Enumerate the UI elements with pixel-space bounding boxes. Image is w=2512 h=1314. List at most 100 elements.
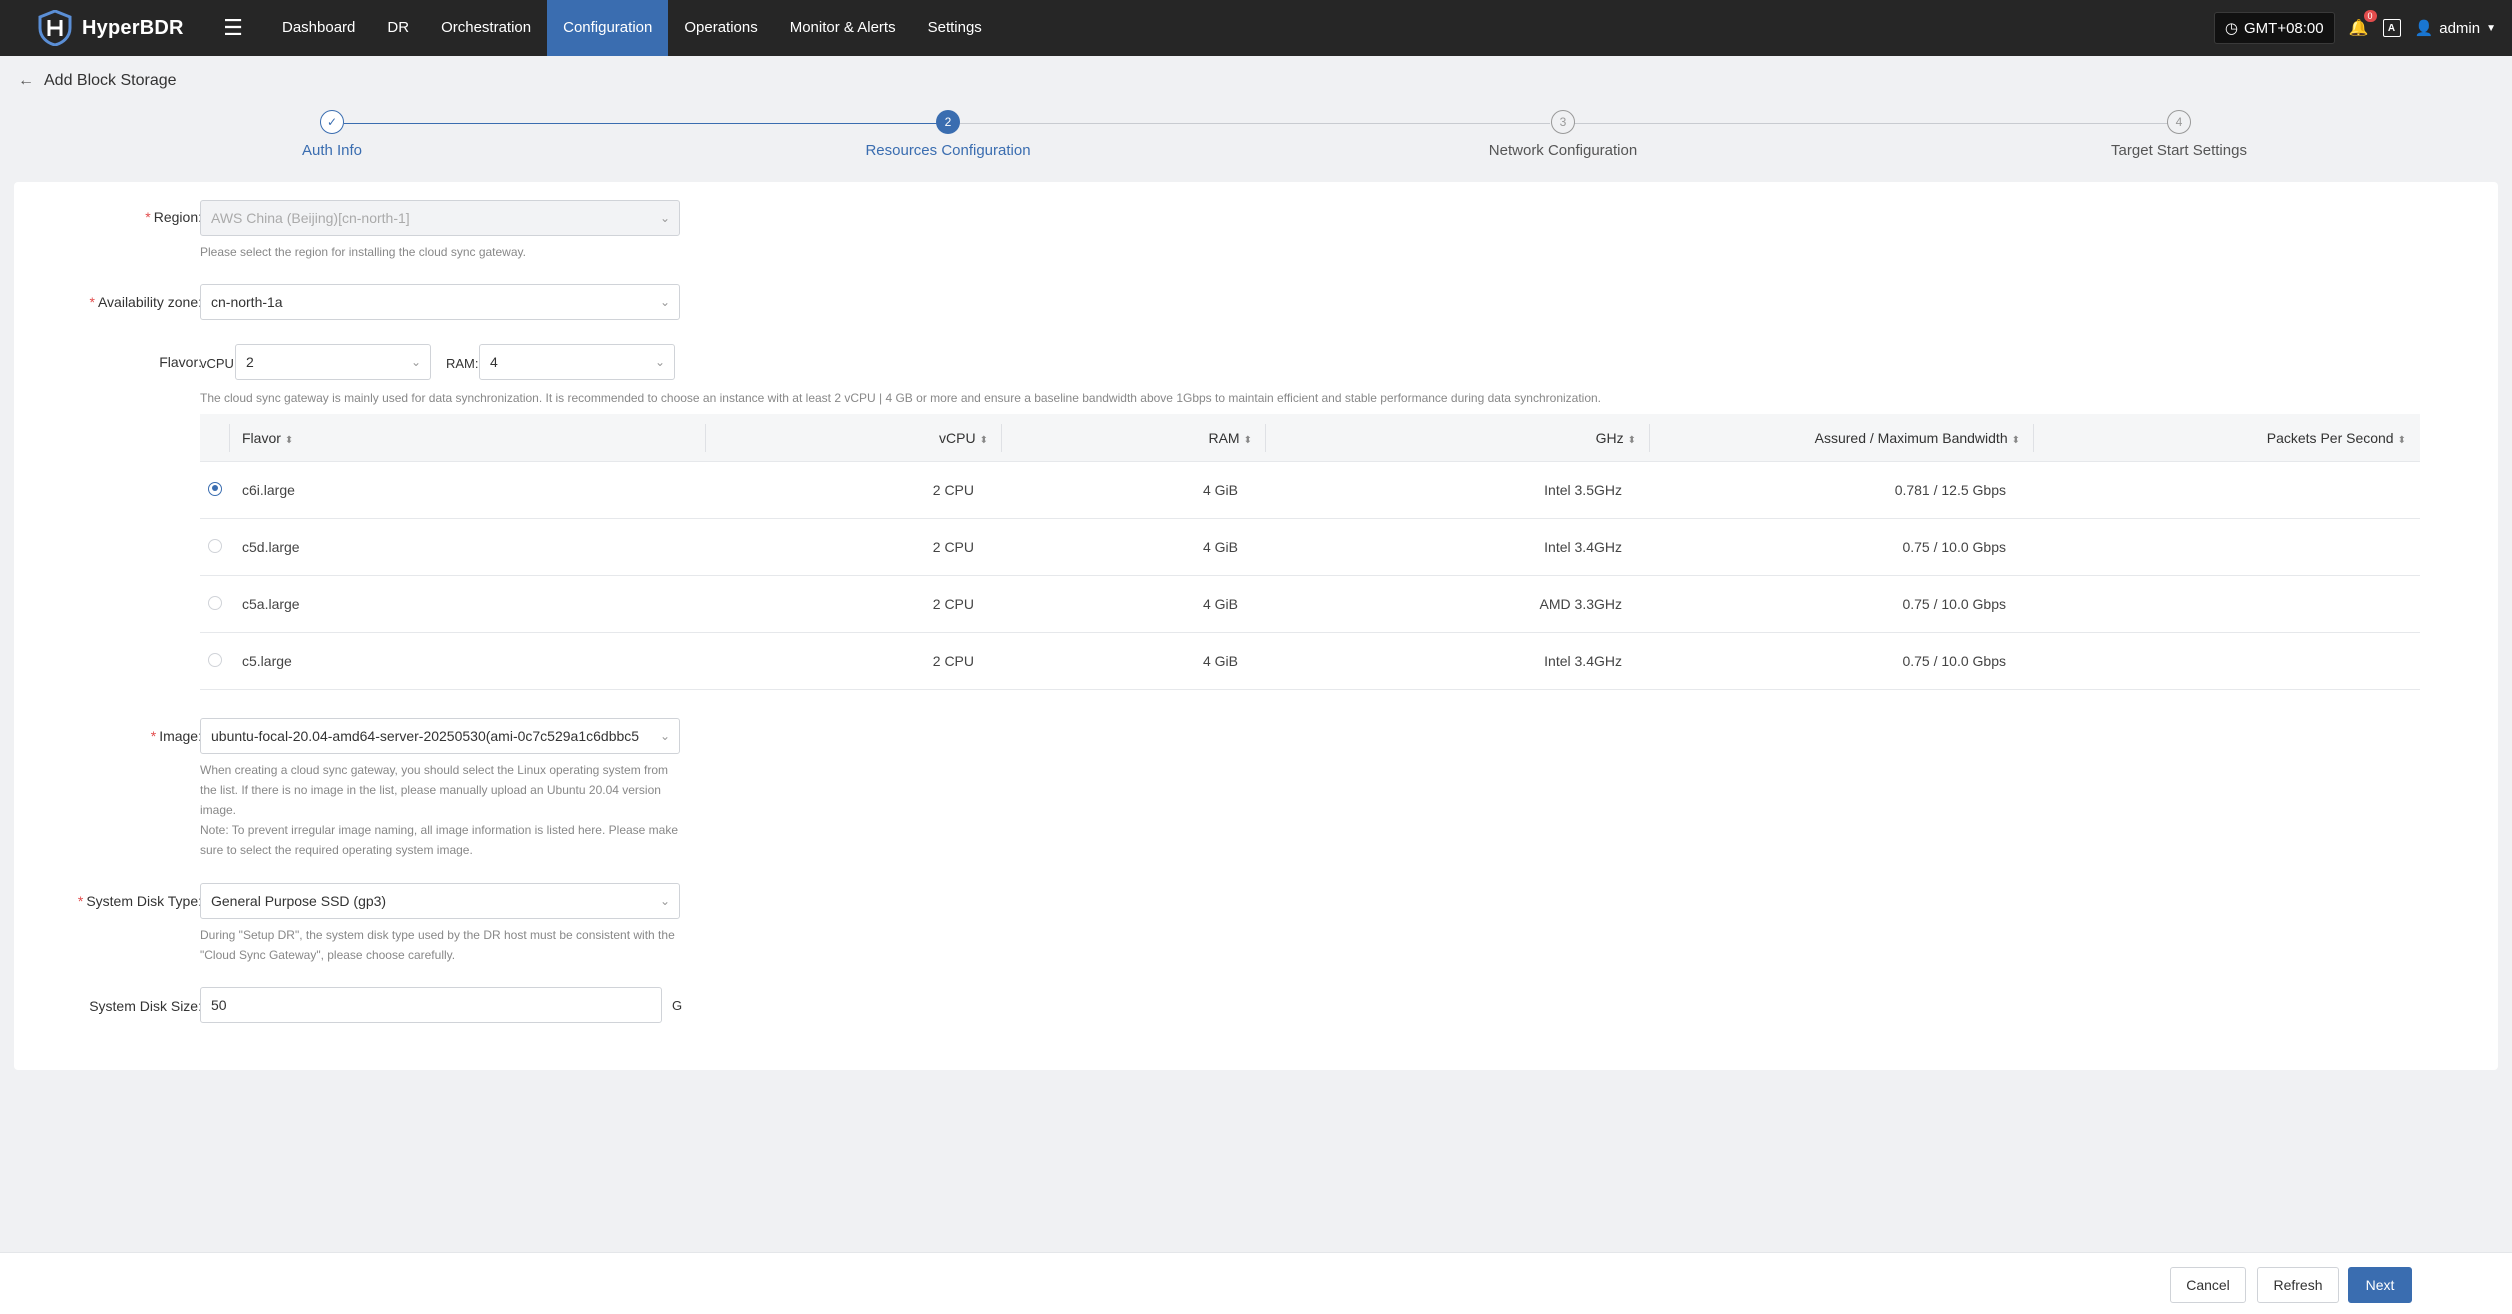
cell-flavor: c5d.large xyxy=(242,539,300,555)
flavor-radio[interactable] xyxy=(208,538,222,553)
hyperbdr-logo-icon xyxy=(38,10,72,46)
chevron-down-icon: ⌄ xyxy=(659,211,670,225)
header-flavor[interactable]: Flavor ⬍ xyxy=(230,414,706,462)
chevron-down-icon: ⌄ xyxy=(659,894,670,908)
header-packets-per-second[interactable]: Packets Per Second ⬍ xyxy=(2034,414,2420,462)
user-menu[interactable]: 👤 admin ▼ xyxy=(2415,19,2496,38)
header-select-column xyxy=(200,414,230,462)
header-ram[interactable]: RAM ⬍ xyxy=(1002,414,1266,462)
cell-flavor: c5a.large xyxy=(242,596,300,612)
region-select: AWS China (Beijing)[cn-north-1] ⌄ xyxy=(200,200,680,236)
nav-orchestration[interactable]: Orchestration xyxy=(425,0,547,56)
step-label: Network Configuration xyxy=(1488,142,1638,159)
cell-vcpu: 2 CPU xyxy=(932,596,974,612)
timezone-button[interactable]: ◷ GMT+08:00 xyxy=(2213,12,2335,44)
cell-vcpu: 2 CPU xyxy=(932,653,974,669)
cell-flavor: c6i.large xyxy=(242,482,295,498)
sort-icon: ⬍ xyxy=(1627,434,1636,446)
cell-flavor: c5.large xyxy=(242,653,292,669)
image-label: * Image: xyxy=(150,728,202,744)
cell-ghz: Intel 3.4GHz xyxy=(1544,653,1622,669)
step-network-configuration: 3 Network Configuration xyxy=(1433,110,1693,159)
flavor-table: Flavor ⬍ vCPU ⬍ RAM ⬍ GHz ⬍ Assured / Maximu… xyxy=(200,414,2420,690)
page-header: ← Add Block Storage xyxy=(18,72,177,90)
step-check-icon: ✓ xyxy=(320,110,344,134)
nav-configuration[interactable]: Configuration xyxy=(547,0,669,56)
cell-ghz: AMD 3.3GHz xyxy=(1539,596,1622,612)
back-arrow-icon[interactable]: ← xyxy=(18,72,34,90)
flavor-radio[interactable] xyxy=(208,652,222,667)
sort-icon: ⬍ xyxy=(2397,434,2406,446)
top-navbar: HyperBDR ☰ Dashboard DR Orchestration Co… xyxy=(0,0,2512,56)
table-header: Flavor ⬍ vCPU ⬍ RAM ⬍ GHz ⬍ Assured / Maximu… xyxy=(200,414,2420,462)
step-number: 2 xyxy=(936,110,960,134)
menu-toggle-icon[interactable]: ☰ xyxy=(208,15,258,41)
step-label: Resources Configuration xyxy=(865,142,1031,159)
table-row[interactable]: c6i.large 2 CPU 4 GiB Intel 3.5GHz 0.781… xyxy=(200,462,2420,519)
step-label: Target Start Settings xyxy=(2111,142,2247,159)
ram-select[interactable]: 4 ⌄ xyxy=(479,344,675,380)
language-icon[interactable]: A xyxy=(2382,19,2401,37)
cell-bandwidth: 0.781 / 12.5 Gbps xyxy=(1894,482,2006,498)
cell-bandwidth: 0.75 / 10.0 Gbps xyxy=(1902,539,2006,555)
flavor-radio-selected[interactable] xyxy=(208,481,222,496)
nav-dr[interactable]: DR xyxy=(371,0,425,56)
availability-zone-select[interactable]: cn-north-1a ⌄ xyxy=(200,284,680,320)
table-row[interactable]: c5.large 2 CPU 4 GiB Intel 3.4GHz 0.75 /… xyxy=(200,633,2420,690)
logo[interactable]: HyperBDR xyxy=(0,10,208,46)
system-disk-type-label: * System Disk Type: xyxy=(77,893,202,909)
system-disk-type-select[interactable]: General Purpose SSD (gp3) ⌄ xyxy=(200,883,680,919)
flavor-radio[interactable] xyxy=(208,595,222,610)
nav-dashboard[interactable]: Dashboard xyxy=(266,0,371,56)
availability-zone-label: * Availability zone: xyxy=(89,294,202,310)
nav-operations[interactable]: Operations xyxy=(668,0,773,56)
sort-icon: ⬍ xyxy=(2011,434,2020,446)
region-label: * Region: xyxy=(145,209,202,225)
chevron-down-icon: ⌄ xyxy=(659,729,670,743)
header-bandwidth[interactable]: Assured / Maximum Bandwidth ⬍ xyxy=(1650,414,2034,462)
refresh-button[interactable]: Refresh xyxy=(2257,1267,2339,1303)
clock-icon: ◷ xyxy=(2224,20,2238,37)
sort-icon: ⬍ xyxy=(979,434,988,446)
flavor-hint: The cloud sync gateway is mainly used fo… xyxy=(200,391,1602,405)
cell-vcpu: 2 CPU xyxy=(932,539,974,555)
cell-ram: 4 GiB xyxy=(1202,653,1238,669)
header-ghz[interactable]: GHz ⬍ xyxy=(1266,414,1650,462)
main-nav: Dashboard DR Orchestration Configuration… xyxy=(266,0,998,56)
step-target-start-settings: 4 Target Start Settings xyxy=(2049,110,2309,159)
flavor-label: Flavor: xyxy=(159,354,202,370)
disk-size-unit: G xyxy=(672,998,683,1013)
system-disk-type-hint: During "Setup DR", the system disk type … xyxy=(200,928,675,962)
nav-settings[interactable]: Settings xyxy=(912,0,998,56)
cell-bandwidth: 0.75 / 10.0 Gbps xyxy=(1902,596,2006,612)
step-label: Auth Info xyxy=(301,142,363,159)
caret-down-icon: ▼ xyxy=(2486,22,2496,34)
step-resources-configuration: 2 Resources Configuration xyxy=(818,110,1078,159)
table-row[interactable]: c5a.large 2 CPU 4 GiB AMD 3.3GHz 0.75 / … xyxy=(200,576,2420,633)
system-disk-size-label: System Disk Size: xyxy=(89,998,202,1014)
system-disk-size-input[interactable]: 50 xyxy=(200,987,662,1023)
user-name: admin xyxy=(2439,19,2481,37)
cell-ram: 4 GiB xyxy=(1202,539,1238,555)
vcpu-label: vCPU: xyxy=(200,356,238,371)
step-number: 3 xyxy=(1551,110,1575,134)
cell-bandwidth: 0.75 / 10.0 Gbps xyxy=(1902,653,2006,669)
top-right-tools: ◷ GMT+08:00 🔔 0 A 👤 admin ▼ xyxy=(2213,0,2496,56)
chevron-down-icon: ⌄ xyxy=(410,355,421,369)
step-number: 4 xyxy=(2167,110,2191,134)
image-select[interactable]: ubuntu-focal-20.04-amd64-server-20250530… xyxy=(200,718,680,754)
cancel-button[interactable]: Cancel xyxy=(2170,1267,2246,1303)
chevron-down-icon: ⌄ xyxy=(654,355,665,369)
app-name: HyperBDR xyxy=(82,16,184,39)
notification-bell-icon[interactable]: 🔔 0 xyxy=(2349,10,2377,38)
nav-monitor-alerts[interactable]: Monitor & Alerts xyxy=(774,0,912,56)
header-vcpu[interactable]: vCPU ⬍ xyxy=(706,414,1002,462)
footer-bar: Cancel Refresh Next xyxy=(0,1252,2512,1314)
page-title: Add Block Storage xyxy=(44,72,177,89)
next-button[interactable]: Next xyxy=(2348,1267,2412,1303)
vcpu-select[interactable]: 2 ⌄ xyxy=(235,344,431,380)
cell-ram: 4 GiB xyxy=(1202,596,1238,612)
region-hint: Please select the region for installing … xyxy=(200,245,526,259)
table-row[interactable]: c5d.large 2 CPU 4 GiB Intel 3.4GHz 0.75 … xyxy=(200,519,2420,576)
cell-ghz: Intel 3.5GHz xyxy=(1544,482,1622,498)
